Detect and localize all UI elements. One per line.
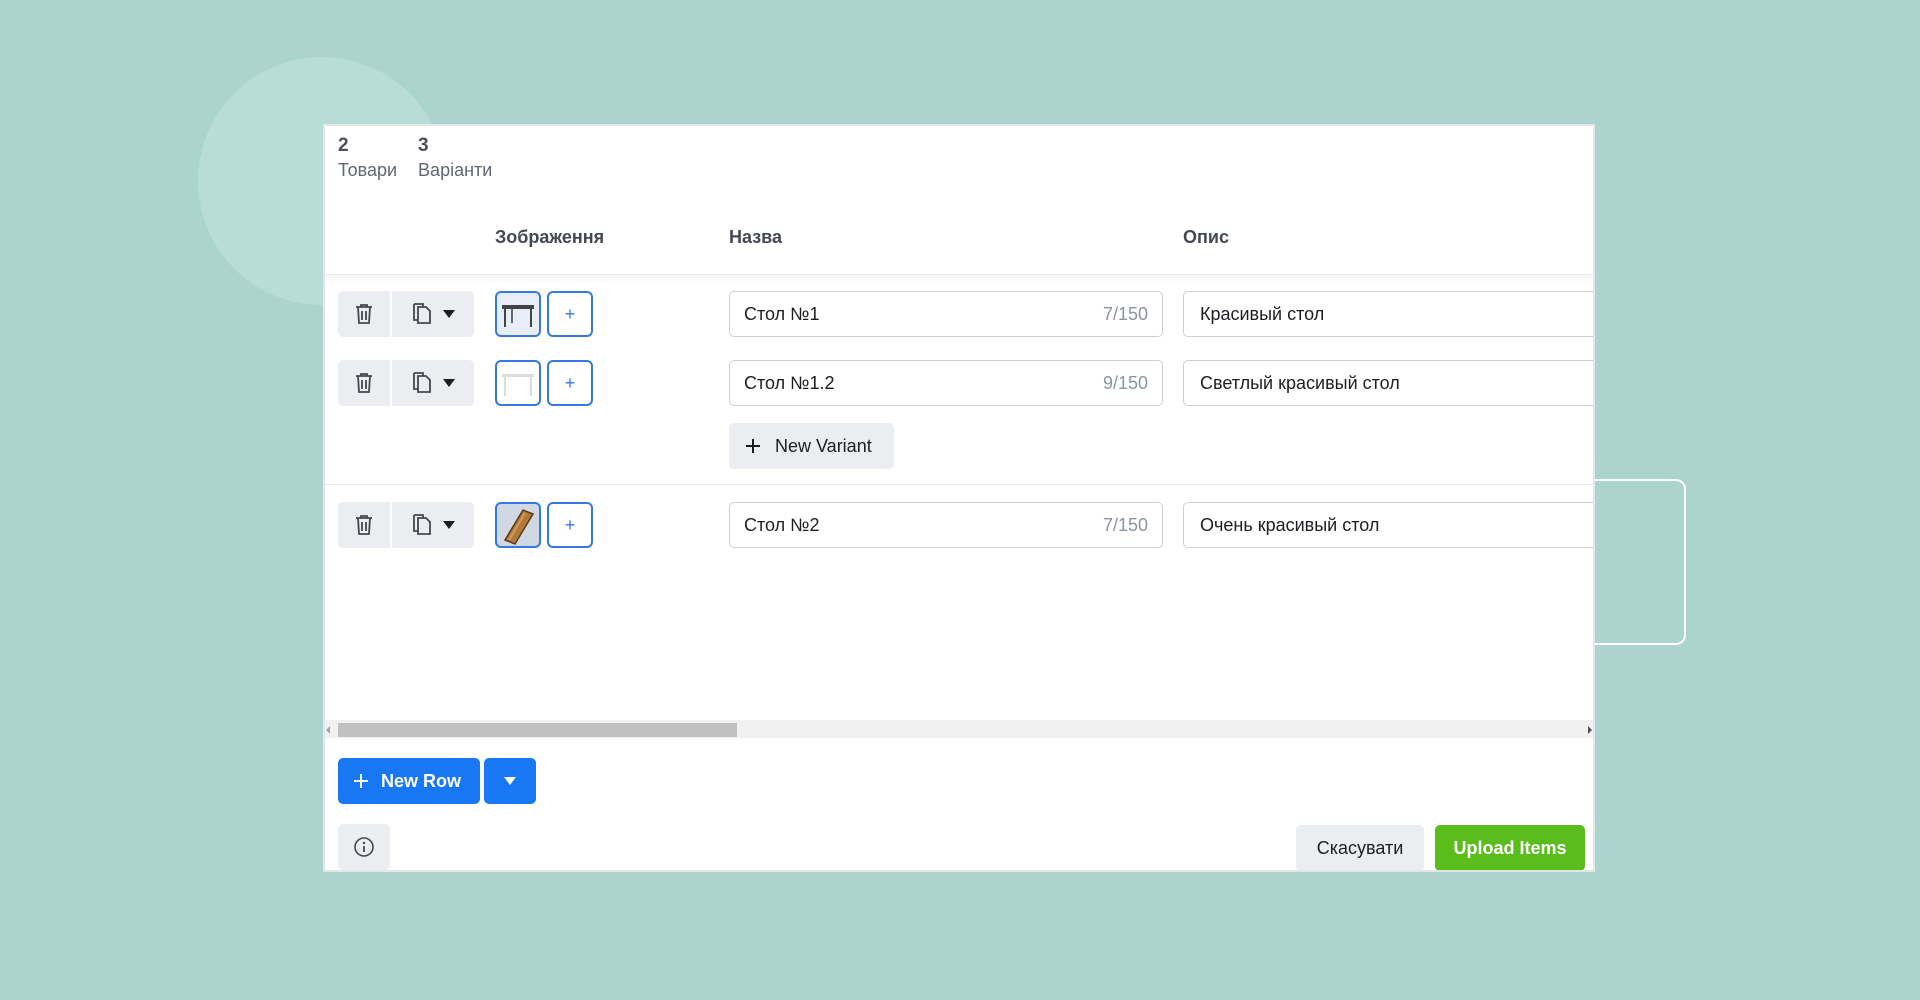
product-image-thumbnail[interactable]: [495, 360, 541, 406]
character-counter: 7/150: [1102, 514, 1148, 535]
row-actions: [338, 502, 474, 548]
chevron-down-icon: [443, 379, 455, 387]
chevron-down-icon: [443, 310, 455, 318]
wood-table-image: [503, 509, 535, 545]
stat-variants: 3 Варіанти: [418, 134, 492, 182]
scroll-left-arrow[interactable]: [326, 726, 330, 734]
column-header-name: Назва: [729, 227, 783, 247]
trash-icon: [356, 373, 372, 393]
decorative-frame: [1588, 479, 1686, 645]
add-image-button[interactable]: +: [547, 360, 593, 406]
trash-icon: [356, 304, 372, 324]
chevron-down-icon: [504, 777, 516, 785]
name-input[interactable]: Стол №2 7/150: [729, 502, 1163, 548]
info-icon: [354, 837, 374, 857]
delete-row-button[interactable]: [338, 502, 390, 548]
name-input-value: Стол №1: [744, 303, 820, 324]
stat-products-count: 2: [338, 135, 349, 156]
delete-row-button[interactable]: [338, 360, 390, 406]
chevron-down-icon: [443, 521, 455, 529]
column-header-image: Зображення: [495, 227, 605, 247]
product-image-thumbnail[interactable]: [495, 291, 541, 337]
add-image-button[interactable]: +: [547, 502, 593, 548]
duplicate-icon: [413, 514, 431, 535]
horizontal-scrollbar[interactable]: [325, 720, 1593, 738]
dark-table-image: [502, 305, 534, 327]
product-image-thumbnail[interactable]: [495, 502, 541, 548]
plus-icon: [354, 774, 368, 788]
duplicate-row-button[interactable]: [392, 291, 474, 337]
duplicate-row-button[interactable]: [392, 360, 474, 406]
stat-products: 2 Товари: [338, 134, 397, 182]
table-row: + Стол №1.2 9/150 Светлый красивый стол: [325, 360, 1593, 406]
character-counter: 9/150: [1102, 372, 1148, 393]
upload-items-button[interactable]: Upload Items: [1435, 825, 1585, 870]
column-header-description: Опис: [1183, 227, 1229, 247]
white-table-image: [502, 374, 534, 396]
summary-stats: 2 Товари 3 Варіанти: [338, 134, 492, 182]
new-row-label: New Row: [381, 770, 462, 791]
description-input[interactable]: Красивый стол: [1183, 291, 1593, 337]
character-counter: 7/150: [1102, 303, 1148, 324]
bulk-upload-panel: 2 Товари 3 Варіанти Зображення Назва Опи…: [323, 124, 1595, 872]
add-image-button[interactable]: +: [547, 291, 593, 337]
name-input-value: Стол №1.2: [744, 372, 835, 393]
duplicate-icon: [413, 372, 431, 393]
table-row: + Стол №1 7/150 Красивый стол: [325, 291, 1593, 337]
scroll-right-arrow[interactable]: [1588, 726, 1592, 734]
plus-icon: [746, 439, 760, 453]
stat-products-label: Товари: [338, 160, 398, 180]
info-button[interactable]: [338, 824, 390, 870]
new-variant-button[interactable]: New Variant: [729, 423, 894, 469]
delete-row-button[interactable]: [338, 291, 390, 337]
duplicate-icon: [413, 303, 431, 324]
new-variant-label: New Variant: [775, 435, 872, 456]
product-group-divider: [325, 484, 1593, 485]
row-actions: [338, 291, 474, 337]
header-divider: [325, 274, 1593, 284]
name-input[interactable]: Стол №1.2 9/150: [729, 360, 1163, 406]
row-actions: [338, 360, 474, 406]
duplicate-row-button[interactable]: [392, 502, 474, 548]
scrollbar-thumb[interactable]: [338, 723, 737, 737]
new-row-group: New Row: [338, 758, 536, 804]
cancel-button[interactable]: Скасувати: [1296, 825, 1424, 870]
new-row-button[interactable]: New Row: [338, 758, 480, 804]
name-input[interactable]: Стол №1 7/150: [729, 291, 1163, 337]
name-input-value: Стол №2: [744, 514, 820, 535]
trash-icon: [356, 515, 372, 535]
stat-variants-count: 3: [418, 135, 429, 156]
table-row: + Стол №2 7/150 Очень красивый стол: [325, 502, 1593, 548]
description-input[interactable]: Очень красивый стол: [1183, 502, 1593, 548]
description-input[interactable]: Светлый красивый стол: [1183, 360, 1593, 406]
new-row-dropdown-button[interactable]: [484, 758, 536, 804]
stat-variants-label: Варіанти: [418, 160, 493, 180]
